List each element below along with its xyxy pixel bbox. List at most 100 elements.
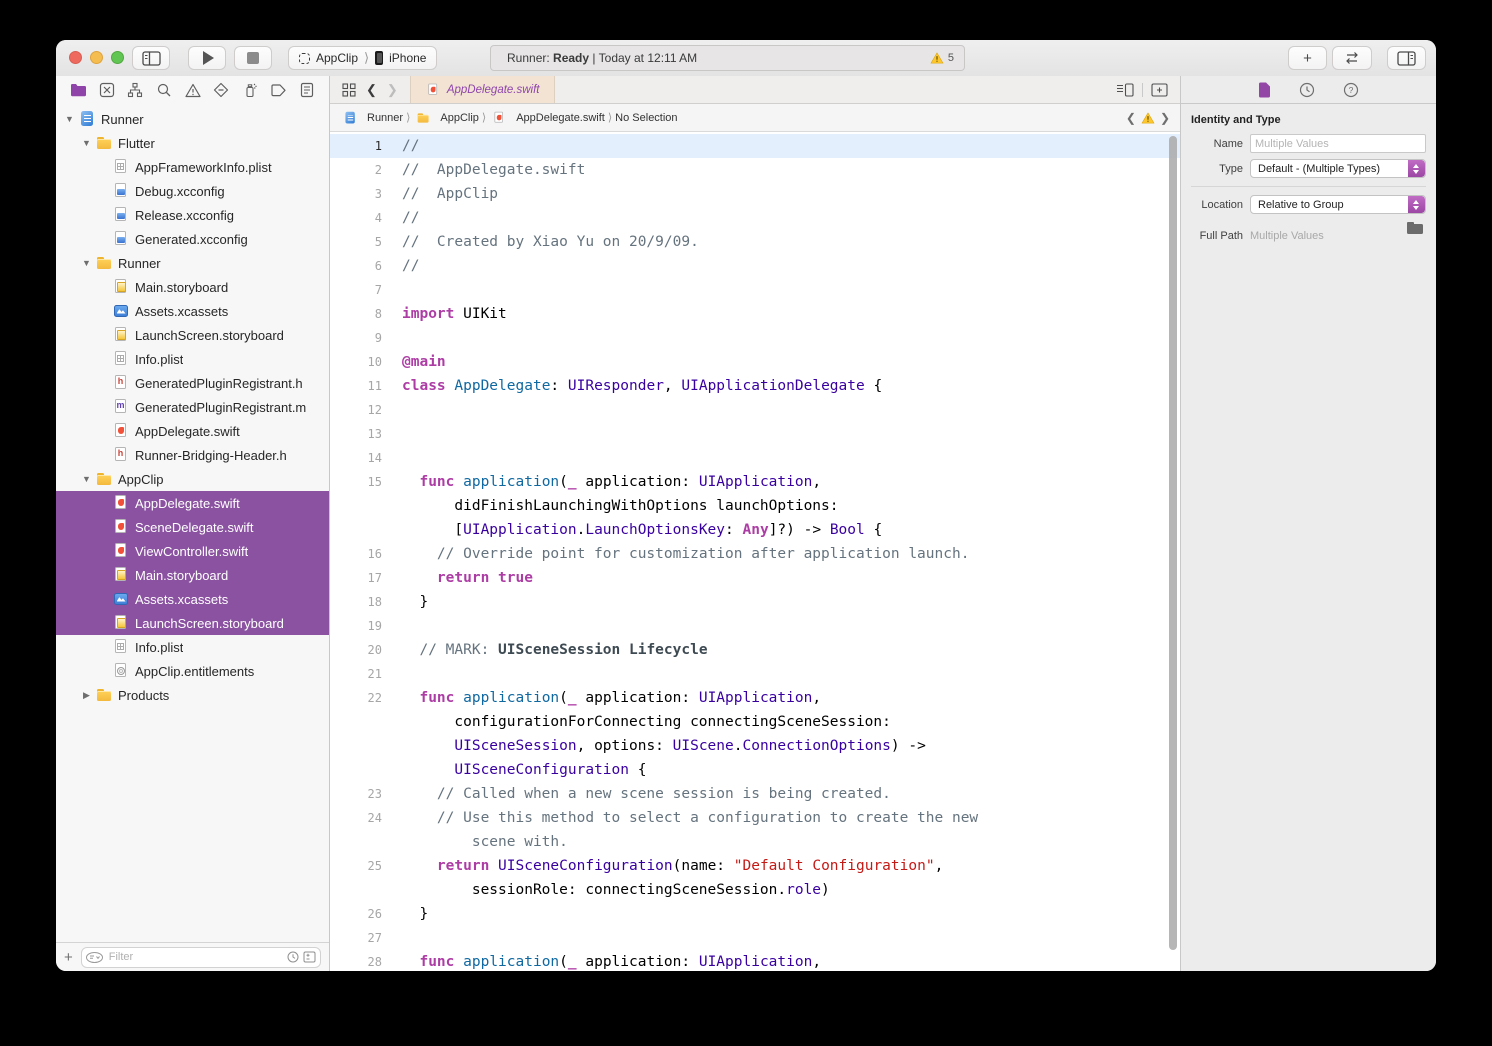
choose-location-folder-icon[interactable] bbox=[1407, 222, 1424, 235]
tab-appdelegate-swift[interactable]: AppDelegate.swift bbox=[410, 76, 555, 103]
tree-item-appframeworkinfo-plist[interactable]: AppFrameworkInfo.plist bbox=[56, 155, 329, 179]
tree-item-appclip[interactable]: ▼AppClip bbox=[56, 467, 329, 491]
code-line[interactable]: 17 return true bbox=[330, 566, 1180, 590]
code-line[interactable]: 15 func application(_ application: UIApp… bbox=[330, 470, 1180, 494]
code-line[interactable]: 11class AppDelegate: UIResponder, UIAppl… bbox=[330, 374, 1180, 398]
quick-help-inspector-icon[interactable]: ? bbox=[1343, 82, 1359, 98]
code-line[interactable]: sessionRole: connectingSceneSession.role… bbox=[330, 878, 1180, 902]
source-control-filter-icon[interactable] bbox=[303, 951, 316, 963]
source-editor[interactable]: 1//2// AppDelegate.swift3// AppClip4//5/… bbox=[330, 132, 1180, 971]
minimize-button[interactable] bbox=[90, 51, 103, 64]
tree-item-debug-xcconfig[interactable]: Debug.xcconfig bbox=[56, 179, 329, 203]
close-button[interactable] bbox=[69, 51, 82, 64]
go-forward-button[interactable]: ❯ bbox=[387, 82, 398, 98]
related-items-icon[interactable] bbox=[342, 83, 356, 97]
code-line[interactable]: 10@main bbox=[330, 350, 1180, 374]
filter-menu-icon[interactable] bbox=[86, 952, 103, 963]
disclosure-closed-icon[interactable]: ▶ bbox=[79, 690, 94, 701]
code-line[interactable]: 8import UIKit bbox=[330, 302, 1180, 326]
tree-item-viewcontroller-swift[interactable]: ViewController.swift bbox=[56, 539, 329, 563]
disclosure-open-icon[interactable]: ▼ bbox=[79, 474, 94, 484]
tree-item-info-plist[interactable]: Info.plist bbox=[56, 347, 329, 371]
code-line[interactable]: 19 bbox=[330, 614, 1180, 638]
code-line[interactable]: 14 bbox=[330, 446, 1180, 470]
code-line[interactable]: didFinishLaunchingWithOptions launchOpti… bbox=[330, 494, 1180, 518]
tree-item-appdelegate-swift[interactable]: AppDelegate.swift bbox=[56, 491, 329, 515]
breakpoint-navigator-icon[interactable] bbox=[269, 81, 287, 99]
code-line[interactable]: 23 // Called when a new scene session is… bbox=[330, 782, 1180, 806]
code-line[interactable]: 25 return UISceneConfiguration(name: "De… bbox=[330, 854, 1180, 878]
code-line[interactable]: 2// AppDelegate.swift bbox=[330, 158, 1180, 182]
code-line[interactable]: 1// bbox=[330, 134, 1180, 158]
file-inspector-icon[interactable] bbox=[1258, 82, 1271, 98]
symbol-navigator-icon[interactable] bbox=[126, 81, 144, 99]
breadcrumb-item[interactable]: No Selection bbox=[615, 112, 677, 124]
test-navigator-icon[interactable] bbox=[212, 81, 230, 99]
filter-field[interactable] bbox=[81, 947, 321, 968]
editor-options-icon[interactable] bbox=[1116, 83, 1134, 97]
scheme-selector[interactable]: AppClip ⟩ iPhone bbox=[288, 46, 437, 70]
previous-issue-button[interactable]: ❮ bbox=[1126, 111, 1136, 125]
tree-item-main-storyboard[interactable]: Main.storyboard bbox=[56, 563, 329, 587]
tree-item-flutter[interactable]: ▼Flutter bbox=[56, 131, 329, 155]
tree-item-scenedelegate-swift[interactable]: SceneDelegate.swift bbox=[56, 515, 329, 539]
tree-item-release-xcconfig[interactable]: Release.xcconfig bbox=[56, 203, 329, 227]
code-review-button[interactable] bbox=[1332, 46, 1372, 70]
add-button[interactable]: + bbox=[1288, 46, 1327, 70]
tree-item-appdelegate-swift[interactable]: AppDelegate.swift bbox=[56, 419, 329, 443]
source-control-navigator-icon[interactable] bbox=[98, 81, 116, 99]
code-line[interactable]: [UIApplication.LaunchOptionsKey: Any]?) … bbox=[330, 518, 1180, 542]
code-line[interactable]: 22 func application(_ application: UIApp… bbox=[330, 686, 1180, 710]
disclosure-open-icon[interactable]: ▼ bbox=[79, 258, 94, 268]
breadcrumb-item[interactable]: AppClip bbox=[413, 110, 479, 126]
find-navigator-icon[interactable] bbox=[155, 81, 173, 99]
editor-scrollbar[interactable] bbox=[1169, 136, 1177, 950]
issue-warning-icon[interactable] bbox=[1141, 112, 1155, 124]
filter-input[interactable] bbox=[107, 950, 283, 964]
issue-navigator-icon[interactable] bbox=[184, 81, 202, 99]
code-line[interactable]: 5// Created by Xiao Yu on 20/9/09. bbox=[330, 230, 1180, 254]
tree-item-main-storyboard[interactable]: Main.storyboard bbox=[56, 275, 329, 299]
tree-item-launchscreen-storyboard[interactable]: LaunchScreen.storyboard bbox=[56, 323, 329, 347]
disclosure-open-icon[interactable]: ▼ bbox=[62, 114, 77, 124]
tree-item-runner[interactable]: ▼Runner bbox=[56, 107, 329, 131]
tree-item-generatedpluginregistrant-h[interactable]: GeneratedPluginRegistrant.h bbox=[56, 371, 329, 395]
code-line[interactable]: 18 } bbox=[330, 590, 1180, 614]
code-line[interactable]: UISceneConfiguration { bbox=[330, 758, 1180, 782]
code-line[interactable]: configurationForConnecting connectingSce… bbox=[330, 710, 1180, 734]
history-inspector-icon[interactable] bbox=[1299, 82, 1315, 98]
code-line[interactable]: scene with. bbox=[330, 830, 1180, 854]
tree-item-products[interactable]: ▶Products bbox=[56, 683, 329, 707]
code-line[interactable]: 7 bbox=[330, 278, 1180, 302]
tree-item-runner-bridging-header-h[interactable]: Runner-Bridging-Header.h bbox=[56, 443, 329, 467]
code-line[interactable]: 28 func application(_ application: UIApp… bbox=[330, 950, 1180, 971]
code-line[interactable]: 24 // Use this method to select a config… bbox=[330, 806, 1180, 830]
code-line[interactable]: 12 bbox=[330, 398, 1180, 422]
tree-item-assets-xcassets[interactable]: Assets.xcassets bbox=[56, 299, 329, 323]
breadcrumb-item[interactable]: Runner bbox=[340, 110, 403, 126]
name-field[interactable] bbox=[1250, 134, 1426, 153]
disclosure-open-icon[interactable]: ▼ bbox=[79, 138, 94, 148]
zoom-button[interactable] bbox=[111, 51, 124, 64]
project-navigator-icon[interactable] bbox=[69, 81, 87, 99]
tree-item-launchscreen-storyboard[interactable]: LaunchScreen.storyboard bbox=[56, 611, 329, 635]
code-line[interactable]: 9 bbox=[330, 326, 1180, 350]
tree-item-appclip-entitlements[interactable]: AppClip.entitlements bbox=[56, 659, 329, 683]
code-line[interactable]: 16 // Override point for customization a… bbox=[330, 542, 1180, 566]
code-line[interactable]: 26 } bbox=[330, 902, 1180, 926]
toggle-inspector-button[interactable] bbox=[1387, 46, 1426, 70]
next-issue-button[interactable]: ❯ bbox=[1160, 111, 1170, 125]
stop-button[interactable] bbox=[234, 46, 272, 70]
run-button[interactable] bbox=[188, 46, 226, 70]
recent-files-clock-icon[interactable] bbox=[287, 951, 299, 963]
code-line[interactable]: 13 bbox=[330, 422, 1180, 446]
code-line[interactable]: 27 bbox=[330, 926, 1180, 950]
code-line[interactable]: 3// AppClip bbox=[330, 182, 1180, 206]
code-line[interactable]: 21 bbox=[330, 662, 1180, 686]
tree-item-runner[interactable]: ▼Runner bbox=[56, 251, 329, 275]
tree-item-info-plist[interactable]: Info.plist bbox=[56, 635, 329, 659]
toggle-navigator-button[interactable] bbox=[132, 46, 170, 70]
debug-navigator-icon[interactable] bbox=[241, 81, 259, 99]
location-dropdown[interactable]: Relative to Group bbox=[1250, 195, 1426, 214]
go-back-button[interactable]: ❮ bbox=[366, 82, 377, 98]
